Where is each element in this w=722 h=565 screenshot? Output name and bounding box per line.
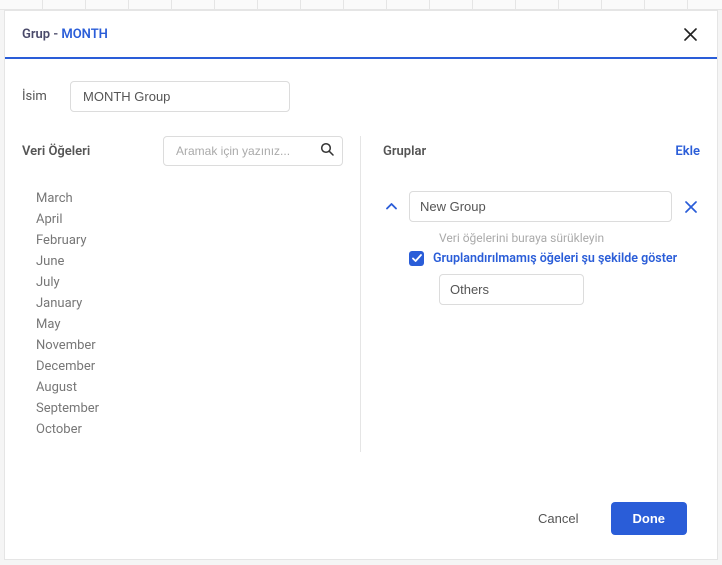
name-label: İsim xyxy=(22,89,54,104)
done-button[interactable]: Done xyxy=(611,502,688,535)
dialog-title-accent: MONTH xyxy=(61,27,108,42)
data-item[interactable]: August xyxy=(36,377,360,398)
data-item[interactable]: July xyxy=(36,272,360,293)
group-block: Veri öğelerini buraya sürükleyin Gruplan… xyxy=(383,191,700,305)
dialog-header: Grup - MONTH xyxy=(5,11,717,59)
ungrouped-checkbox[interactable] xyxy=(409,251,424,266)
data-items-title: Veri Öğeleri xyxy=(22,144,90,159)
data-item[interactable]: December xyxy=(36,356,360,377)
data-item[interactable]: October xyxy=(36,419,360,440)
data-item[interactable]: January xyxy=(36,293,360,314)
cancel-button[interactable]: Cancel xyxy=(530,503,586,534)
dialog-title-prefix: Grup - xyxy=(22,27,61,42)
groups-panel: Gruplar Ekle Veri öğelerini buraya sürük… xyxy=(361,124,717,482)
group-name-input[interactable] xyxy=(409,191,672,222)
search-wrap xyxy=(163,136,343,166)
close-icon[interactable] xyxy=(680,24,700,44)
group-row xyxy=(383,191,700,222)
name-row: İsim xyxy=(5,59,717,124)
chevron-up-icon[interactable] xyxy=(383,203,399,210)
ungrouped-checkbox-row: Gruplandırılmamış öğeleri şu şekilde gös… xyxy=(409,251,700,266)
groups-title: Gruplar xyxy=(383,144,426,159)
others-input[interactable] xyxy=(439,274,584,305)
search-input[interactable] xyxy=(163,136,343,166)
data-item[interactable]: May xyxy=(36,314,360,335)
group-dialog: Grup - MONTH İsim Veri Öğeleri MarchApri… xyxy=(4,10,718,560)
data-items-header: Veri Öğeleri xyxy=(22,136,360,166)
data-items-panel: Veri Öğeleri MarchAprilFebruaryJuneJulyJ… xyxy=(5,124,360,482)
drag-hint: Veri öğelerini buraya sürükleyin xyxy=(439,231,700,245)
name-input[interactable] xyxy=(70,81,290,112)
dialog-footer: Cancel Done xyxy=(5,482,717,559)
data-item[interactable]: June xyxy=(36,251,360,272)
data-item[interactable]: November xyxy=(36,335,360,356)
groups-header: Gruplar Ekle xyxy=(383,136,700,159)
main-columns: Veri Öğeleri MarchAprilFebruaryJuneJulyJ… xyxy=(5,124,717,482)
data-item[interactable]: September xyxy=(36,398,360,419)
data-item[interactable]: February xyxy=(36,230,360,251)
remove-group-icon[interactable] xyxy=(682,201,700,213)
data-items-list: MarchAprilFebruaryJuneJulyJanuaryMayNove… xyxy=(22,188,360,440)
data-item[interactable]: March xyxy=(36,188,360,209)
ungrouped-checkbox-label[interactable]: Gruplandırılmamış öğeleri şu şekilde gös… xyxy=(433,251,677,266)
data-item[interactable]: April xyxy=(36,209,360,230)
add-group-button[interactable]: Ekle xyxy=(675,144,700,159)
spreadsheet-background xyxy=(0,0,722,10)
dialog-title: Grup - MONTH xyxy=(22,27,108,42)
